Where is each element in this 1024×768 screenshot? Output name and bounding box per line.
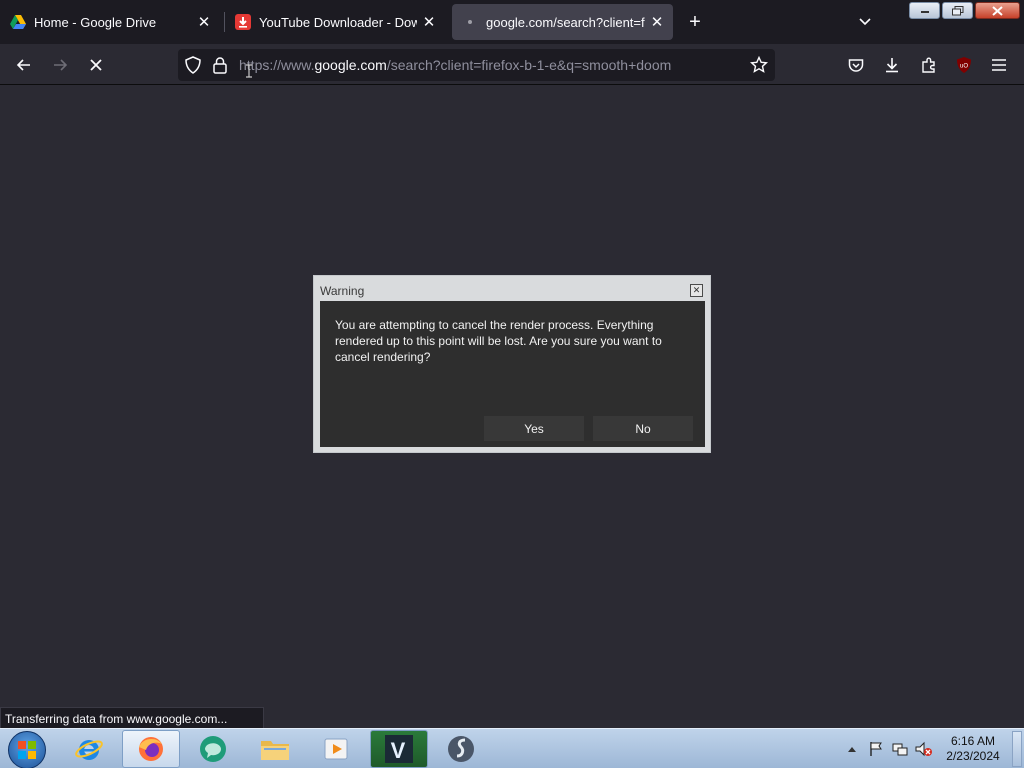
close-icon: ✕ bbox=[692, 285, 701, 295]
bookmark-star-icon[interactable] bbox=[749, 55, 769, 75]
puzzle-piece-icon bbox=[922, 57, 935, 73]
taskbar-internet-explorer[interactable] bbox=[60, 730, 118, 768]
ublock-origin-button[interactable]: uO bbox=[950, 51, 978, 79]
stop-loading-button[interactable] bbox=[82, 51, 110, 79]
taskbar-chat-app[interactable] bbox=[184, 730, 242, 768]
loading-dot-icon bbox=[462, 14, 478, 30]
volume-muted-icon[interactable] bbox=[915, 740, 933, 758]
clock-time: 6:16 AM bbox=[950, 734, 996, 748]
downloads-button[interactable] bbox=[878, 51, 906, 79]
nav-toolbar: https://www.google.com/search?client=fir… bbox=[0, 44, 1024, 85]
chevron-up-icon bbox=[848, 747, 856, 752]
minimize-button[interactable] bbox=[909, 2, 940, 19]
taskbar-vegas[interactable]: V bbox=[370, 730, 428, 768]
close-window-button[interactable] bbox=[975, 2, 1020, 19]
show-hidden-icons-button[interactable] bbox=[843, 740, 861, 758]
back-button[interactable] bbox=[10, 51, 38, 79]
lock-icon[interactable] bbox=[210, 55, 230, 75]
vegas-icon: V bbox=[385, 735, 413, 763]
url-text[interactable]: https://www.google.com/search?client=fir… bbox=[239, 57, 671, 73]
url-domain: google.com bbox=[314, 57, 387, 73]
forward-button[interactable] bbox=[46, 51, 74, 79]
url-bar[interactable]: https://www.google.com/search?client=fir… bbox=[178, 49, 775, 81]
dialog-message: You are attempting to cancel the render … bbox=[335, 318, 662, 364]
tab-close-icon[interactable]: ✕ bbox=[645, 10, 669, 34]
warning-dialog: Warning ✕ You are attempting to cancel t… bbox=[313, 275, 711, 453]
network-icon[interactable] bbox=[891, 740, 909, 758]
steam-icon bbox=[448, 736, 474, 762]
dialog-title: Warning bbox=[320, 284, 365, 298]
dialog-close-button[interactable]: ✕ bbox=[690, 284, 703, 297]
firefox-icon bbox=[139, 737, 163, 761]
no-button[interactable]: No bbox=[593, 416, 693, 441]
taskbar-file-explorer[interactable] bbox=[246, 730, 304, 768]
close-icon bbox=[90, 59, 102, 71]
status-panel: Transferring data from www.google.com... bbox=[0, 707, 264, 729]
internet-explorer-icon bbox=[75, 740, 103, 760]
new-tab-button[interactable]: + bbox=[682, 9, 708, 35]
system-tray bbox=[843, 729, 933, 768]
tab-google-drive[interactable]: Home - Google Drive ✕ bbox=[0, 4, 220, 40]
clock[interactable]: 6:16 AM 2/23/2024 bbox=[940, 734, 1006, 764]
shield-icon[interactable] bbox=[183, 55, 203, 75]
show-desktop-button[interactable] bbox=[1012, 731, 1022, 767]
chevron-down-icon bbox=[859, 18, 871, 26]
google-drive-icon bbox=[10, 14, 26, 30]
taskbar-media-player[interactable] bbox=[308, 730, 366, 768]
tab-strip: Home - Google Drive ✕ YouTube Downloader… bbox=[0, 0, 1024, 44]
pocket-button[interactable] bbox=[842, 51, 870, 79]
start-button[interactable] bbox=[8, 731, 46, 768]
close-icon bbox=[992, 5, 1003, 16]
file-explorer-icon bbox=[261, 741, 289, 760]
ublock-origin-icon: uO bbox=[957, 57, 971, 73]
taskbar-firefox[interactable] bbox=[122, 730, 180, 768]
restore-button[interactable] bbox=[942, 2, 973, 19]
tab-close-icon[interactable]: ✕ bbox=[192, 10, 216, 34]
chat-app-icon bbox=[200, 736, 226, 762]
url-path: /search?client=firefox-b-1-e&q=smooth+do… bbox=[386, 57, 672, 73]
list-all-tabs-button[interactable] bbox=[852, 9, 878, 35]
tab-title: google.com/search?client=firef bbox=[486, 14, 645, 30]
tab-title: Home - Google Drive bbox=[34, 14, 157, 30]
tab-close-icon[interactable]: ✕ bbox=[417, 10, 441, 34]
app-menu-button[interactable] bbox=[985, 51, 1013, 79]
tab-youtube-downloader[interactable]: YouTube Downloader - Downlo ✕ bbox=[225, 4, 445, 40]
svg-text:uO: uO bbox=[960, 64, 968, 70]
svg-text:V: V bbox=[391, 738, 406, 763]
minimize-icon bbox=[920, 10, 929, 13]
taskbar-steam[interactable] bbox=[432, 730, 490, 768]
tab-google-search[interactable]: google.com/search?client=firef ✕ bbox=[452, 4, 673, 40]
arrow-right-icon bbox=[54, 59, 68, 71]
windows-logo-icon bbox=[18, 741, 36, 759]
hamburger-menu-icon bbox=[992, 59, 1006, 71]
taskbar: V 6:16 AM 2/23/2024 bbox=[0, 728, 1024, 768]
dialog-body: You are attempting to cancel the render … bbox=[320, 301, 705, 447]
arrow-left-icon bbox=[16, 59, 30, 71]
download-icon bbox=[235, 14, 251, 30]
plus-icon: + bbox=[689, 10, 701, 33]
action-center-flag-icon[interactable] bbox=[867, 740, 885, 758]
yes-button[interactable]: Yes bbox=[484, 416, 584, 441]
pocket-icon bbox=[848, 58, 864, 72]
window-controls bbox=[909, 2, 1020, 19]
download-icon bbox=[886, 58, 898, 73]
restore-icon bbox=[951, 5, 963, 15]
text-cursor-icon bbox=[246, 64, 252, 78]
extensions-button[interactable] bbox=[915, 51, 943, 79]
clock-date: 2/23/2024 bbox=[946, 749, 1000, 763]
media-player-icon bbox=[324, 738, 348, 760]
tab-title: YouTube Downloader - Downlo bbox=[259, 14, 417, 30]
